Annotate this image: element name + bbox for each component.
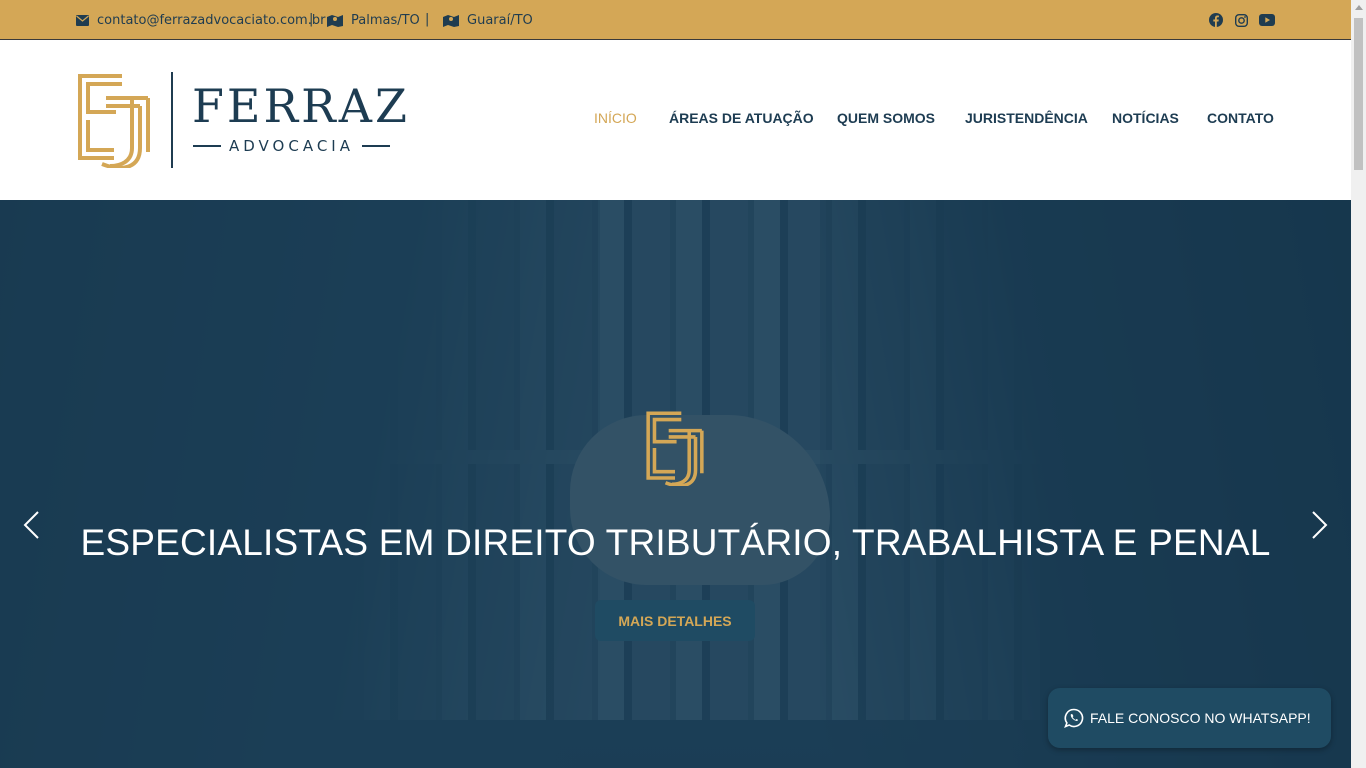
nav-inicio[interactable]: INÍCIO xyxy=(594,110,637,126)
youtube-icon xyxy=(1259,14,1275,26)
page-scrollbar[interactable] xyxy=(1351,0,1366,768)
email-link[interactable]: contato@ferrazadvocaciato.com.br xyxy=(76,0,325,40)
logo-sub-text: ADVOCACIA xyxy=(229,137,354,155)
location-text: Palmas/TO xyxy=(351,12,420,28)
hero-title: ESPECIALISTAS EM DIREITO TRIBUTÁRIO, TRA… xyxy=(80,522,1271,563)
hero-slider: ESPECIALISTAS EM DIREITO TRIBUTÁRIO, TRA… xyxy=(0,200,1351,768)
map-icon xyxy=(443,14,459,27)
whatsapp-icon xyxy=(1064,708,1084,728)
nav-quem-somos[interactable]: QUEM SOMOS xyxy=(837,110,935,126)
facebook-icon xyxy=(1209,13,1223,27)
youtube-link[interactable] xyxy=(1259,0,1275,40)
location-palmas[interactable]: Palmas/TO xyxy=(327,0,420,40)
map-icon xyxy=(327,14,343,27)
nav-juristendencia[interactable]: JURISTENDÊNCIA xyxy=(965,110,1088,126)
top-bar: contato@ferrazadvocaciato.com.br | Palma… xyxy=(0,0,1351,40)
logo-rule-left xyxy=(193,145,221,147)
logo-divider xyxy=(171,72,173,168)
scroll-up-arrow[interactable] xyxy=(1355,5,1363,10)
logo-name[interactable]: FERRAZ xyxy=(192,78,410,134)
nav-noticias[interactable]: NOTÍCIAS xyxy=(1112,110,1179,126)
separator: | xyxy=(309,12,314,27)
whatsapp-button[interactable]: FALE CONOSCO NO WHATSAPP! xyxy=(1048,688,1331,748)
nav-areas-de-atuacao[interactable]: ÁREAS DE ATUAÇÃO xyxy=(669,110,814,126)
whatsapp-label: FALE CONOSCO NO WHATSAPP! xyxy=(1090,710,1311,726)
chevron-right-icon xyxy=(1312,511,1328,539)
page: contato@ferrazadvocaciato.com.br | Palma… xyxy=(0,0,1351,768)
location-guarai[interactable]: Guaraí/TO xyxy=(443,0,533,40)
instagram-link[interactable] xyxy=(1235,0,1248,40)
location-text: Guaraí/TO xyxy=(467,12,533,28)
more-details-button[interactable]: MAIS DETALHES xyxy=(595,600,755,641)
facebook-link[interactable] xyxy=(1209,0,1223,40)
chevron-left-icon xyxy=(23,511,39,539)
logo-rule-right xyxy=(361,145,390,147)
instagram-icon xyxy=(1235,13,1248,27)
email-text: contato@ferrazadvocaciato.com.br xyxy=(97,12,326,28)
hero-logo xyxy=(645,410,705,490)
site-header: FERRAZ ADVOCACIA INÍCIO ÁREAS DE ATUAÇÃO… xyxy=(0,40,1351,200)
nav-contato[interactable]: CONTATO xyxy=(1207,110,1274,126)
slider-prev-button[interactable] xyxy=(22,510,40,544)
separator: | xyxy=(425,12,430,27)
envelope-icon xyxy=(76,14,89,26)
logo-subtitle: ADVOCACIA xyxy=(193,136,403,156)
logo-monogram[interactable] xyxy=(76,72,152,172)
scrollbar-thumb[interactable] xyxy=(1354,18,1363,170)
slider-next-button[interactable] xyxy=(1311,510,1329,544)
ferraz-logo-icon xyxy=(646,411,704,488)
ferraz-logo-icon xyxy=(78,74,150,170)
